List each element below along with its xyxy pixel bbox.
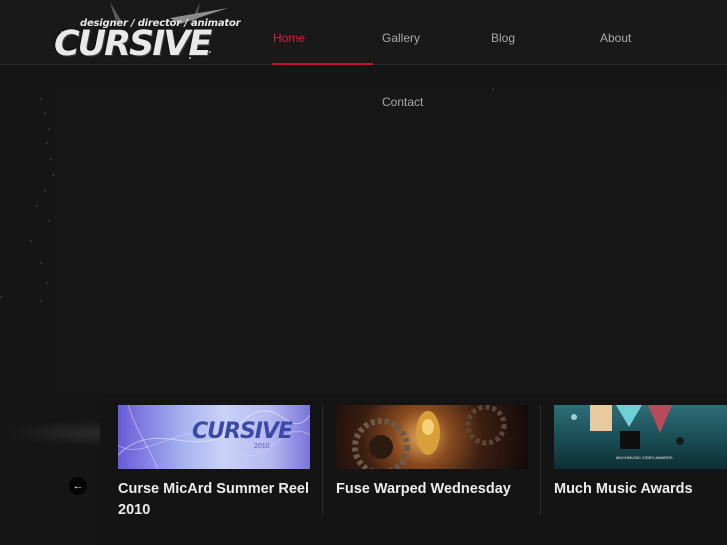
- gallery-card[interactable]: MUCHMUSIC VIDEO AWARDS Much Music Awards: [554, 405, 727, 500]
- card-divider: [322, 405, 323, 515]
- background-speck: [36, 205, 38, 207]
- thumb-year: 2010: [254, 443, 270, 450]
- main-content-area: [55, 93, 727, 393]
- gallery-card[interactable]: CURSIVE 2010 Curse MicArd Summer Reel 20…: [118, 405, 310, 521]
- background-speck: [44, 190, 46, 192]
- card-title[interactable]: Fuse Warped Wednesday: [336, 479, 528, 500]
- card-title[interactable]: Much Music Awards: [554, 479, 727, 500]
- card-divider: [540, 405, 541, 515]
- background-speck: [40, 300, 42, 302]
- card-thumbnail[interactable]: CURSIVE 2010: [118, 405, 310, 469]
- thumb-wordmark: CURSIVE: [192, 419, 293, 444]
- background-speck: [492, 88, 494, 90]
- background-speck: [48, 220, 50, 222]
- nav-about[interactable]: About: [600, 31, 631, 45]
- nav-blog[interactable]: Blog: [491, 31, 515, 45]
- site-logo[interactable]: designer / director / animator CURSIVE: [50, 2, 241, 64]
- background-speck: [40, 262, 42, 264]
- logo-wordmark: CURSIVE: [54, 24, 212, 64]
- arrow-left-icon: ←: [72, 480, 84, 492]
- gear-robot-illustration-icon: [352, 405, 507, 469]
- background-speck: [48, 128, 50, 130]
- gallery-card[interactable]: Fuse Warped Wednesday: [336, 405, 528, 500]
- card-thumbnail[interactable]: MUCHMUSIC VIDEO AWARDS: [554, 405, 727, 469]
- nav-gallery[interactable]: Gallery: [382, 31, 420, 45]
- card-thumbnail[interactable]: [336, 405, 528, 469]
- background-speck: [0, 296, 2, 298]
- background-speck: [30, 240, 32, 242]
- background-speck: [50, 158, 52, 160]
- background-speck: [46, 282, 48, 284]
- site-header: designer / director / animator CURSIVE H…: [0, 0, 727, 65]
- thumb-caption: MUCHMUSIC VIDEO AWARDS: [616, 455, 673, 460]
- nav-active-indicator: [272, 63, 373, 65]
- nav-home[interactable]: Home: [273, 31, 305, 45]
- background-speck: [44, 112, 46, 114]
- background-speck: [46, 142, 48, 144]
- decorative-streak: [0, 420, 100, 446]
- card-title[interactable]: Curse MicArd Summer Reel 2010: [118, 479, 310, 521]
- background-speck: [40, 98, 42, 100]
- slider-prev-button[interactable]: ←: [69, 477, 87, 495]
- background-speck: [52, 174, 54, 176]
- nav-contact[interactable]: Contact: [382, 95, 423, 109]
